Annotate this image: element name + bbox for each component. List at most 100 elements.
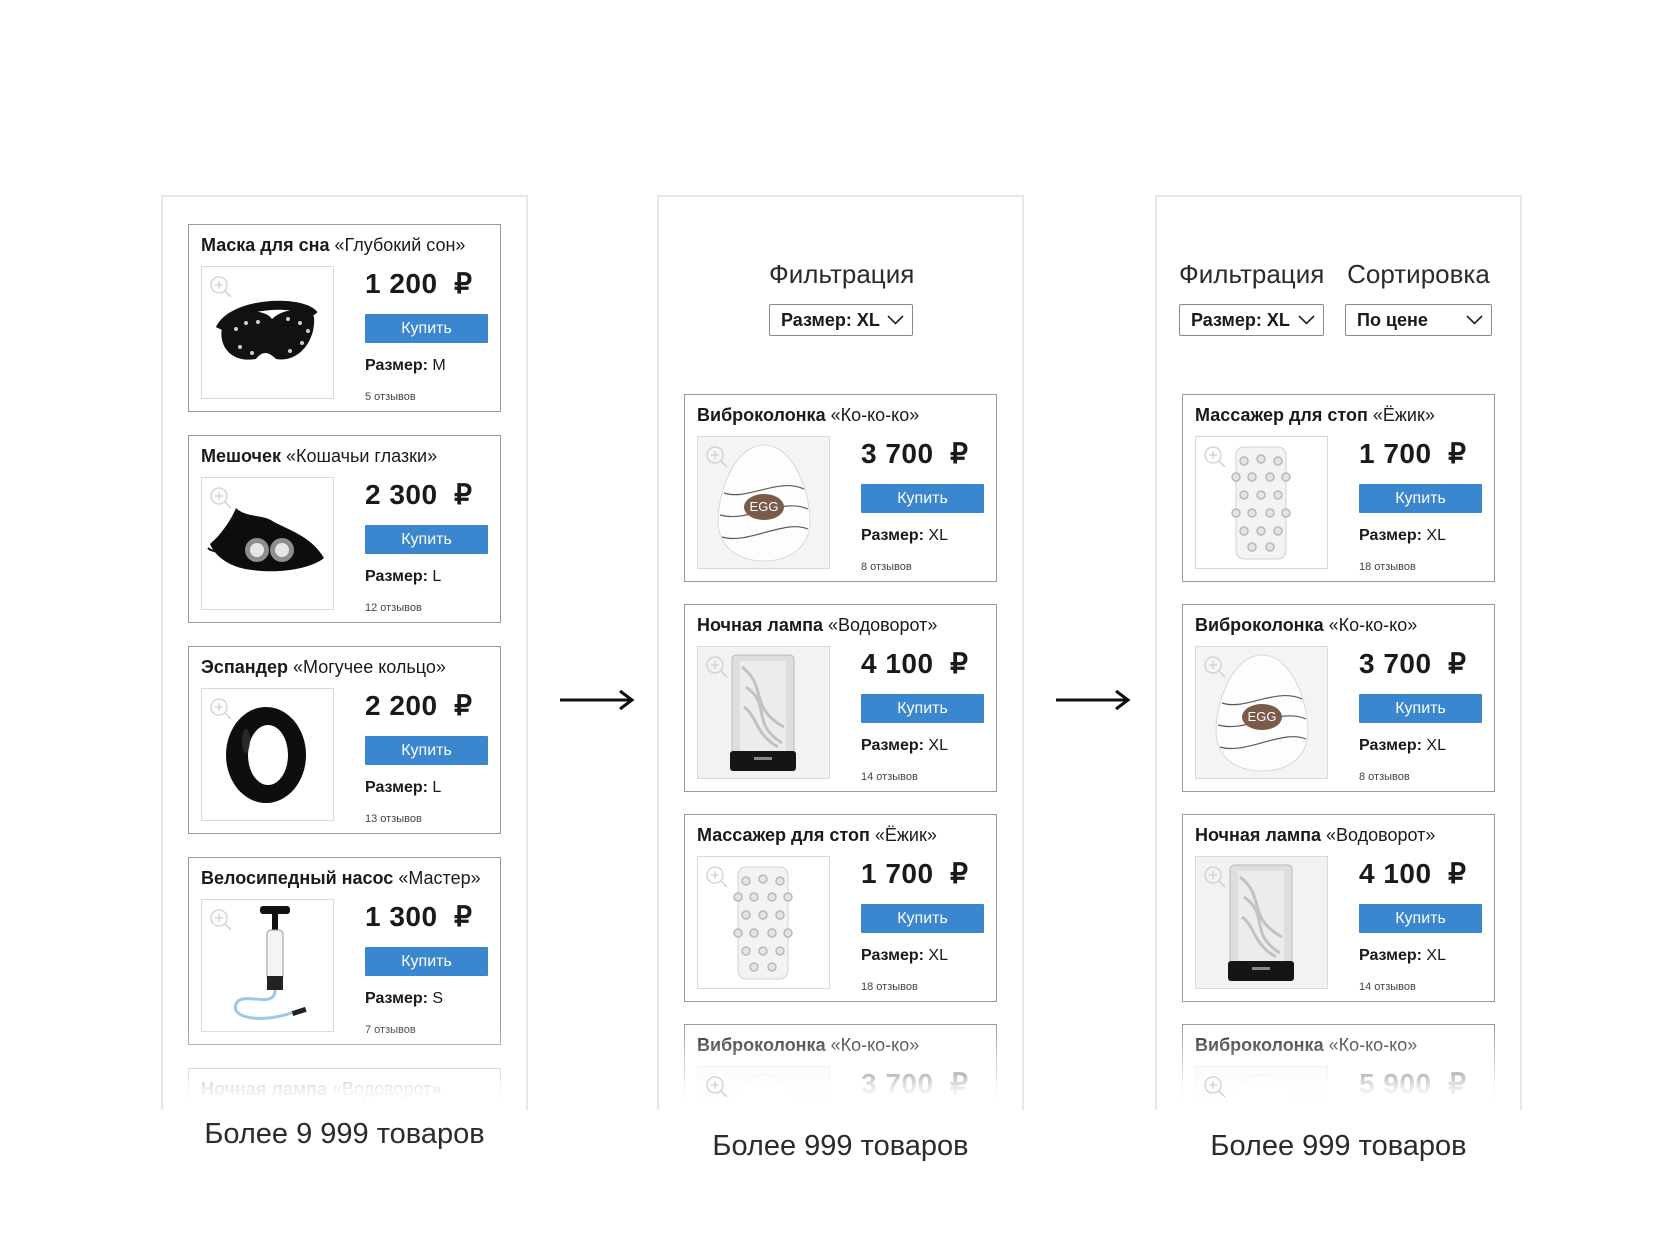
buy-button[interactable]: Купить: [861, 694, 984, 723]
zoom-icon[interactable]: [209, 697, 233, 721]
product-image[interactable]: EGG: [697, 436, 830, 569]
product-size: Размер: S: [365, 990, 443, 1008]
product-title[interactable]: Массажер для стоп «Ёжик»: [697, 825, 937, 846]
product-name-rest: «Ко-ко-ко»: [825, 405, 920, 425]
product-title[interactable]: Маска для сна «Глубокий сон»: [201, 235, 465, 256]
size-label: Размер:: [861, 527, 924, 544]
product-card[interactable]: Ночная лампа «Водоворот»: [188, 1068, 501, 1110]
product-price: 3 700 ₽: [861, 1067, 968, 1100]
zoom-icon[interactable]: [209, 486, 233, 510]
reviews-count[interactable]: 14 отзывов: [1359, 981, 1416, 993]
product-name-rest: «Мастер»: [393, 868, 481, 888]
buy-button[interactable]: Купить: [365, 314, 488, 343]
controls-bar: Фильтрация Размер: XL Сортировка По цене: [1157, 197, 1520, 377]
buy-button[interactable]: Купить: [1359, 904, 1482, 933]
product-card[interactable]: Маска для сна «Глубокий сон» 1 200 ₽ Куп…: [188, 224, 501, 412]
product-price: 1 200 ₽: [365, 267, 472, 300]
product-name-bold: Виброколонка: [1195, 615, 1324, 635]
product-title[interactable]: Эспандер «Могучее кольцо»: [201, 657, 446, 678]
product-card[interactable]: Виброколонка «Ко-ко-ко» EGG 3 700 ₽ Купи…: [684, 394, 997, 582]
size-filter-select[interactable]: Размер: XL: [1179, 304, 1324, 336]
screen-filtered: Фильтрация Размер: XL Виброколонка «Ко-к…: [657, 195, 1024, 1110]
product-title[interactable]: Виброколонка «Ко-ко-ко»: [697, 1035, 919, 1056]
zoom-icon[interactable]: [1203, 865, 1227, 889]
product-title[interactable]: Виброколонка «Ко-ко-ко»: [697, 405, 919, 426]
product-image[interactable]: [201, 899, 334, 1032]
zoom-icon[interactable]: [705, 865, 729, 889]
product-image[interactable]: EGG: [697, 1066, 830, 1110]
product-card[interactable]: Виброколонка «Ко-ко-ко» EGG 3 700 ₽ Купи…: [1182, 604, 1495, 792]
product-card[interactable]: Эспандер «Могучее кольцо» 2 200 ₽ Купить…: [188, 646, 501, 834]
reviews-count[interactable]: 14 отзывов: [861, 771, 918, 783]
buy-button[interactable]: Купить: [365, 736, 488, 765]
reviews-count[interactable]: 8 отзывов: [861, 561, 912, 573]
product-card[interactable]: Ночная лампа «Водоворот» 4 100 ₽ Купить …: [684, 604, 997, 792]
zoom-icon[interactable]: [209, 275, 233, 299]
product-image[interactable]: [697, 646, 830, 779]
buy-button[interactable]: Купить: [861, 484, 984, 513]
buy-button[interactable]: Купить: [1359, 694, 1482, 723]
zoom-icon[interactable]: [705, 1075, 729, 1099]
product-card[interactable]: Ночная лампа «Водоворот» 4 100 ₽ Купить …: [1182, 814, 1495, 1002]
reviews-count[interactable]: 8 отзывов: [1359, 771, 1410, 783]
product-name-bold: Ночная лампа: [1195, 825, 1322, 845]
reviews-count[interactable]: 18 отзывов: [1359, 561, 1416, 573]
buy-button[interactable]: Купить: [1359, 484, 1482, 513]
reviews-count[interactable]: 7 отзывов: [365, 1024, 416, 1036]
reviews-count[interactable]: 18 отзывов: [861, 981, 918, 993]
zoom-icon[interactable]: [1203, 655, 1227, 679]
product-title[interactable]: Ночная лампа «Водоворот»: [697, 615, 937, 636]
product-card[interactable]: Виброколонка «Ко-ко-ко» EGG 5 900 ₽: [1182, 1024, 1495, 1110]
product-card[interactable]: Велосипедный насос «Мастер» 1 300 ₽ Купи…: [188, 857, 501, 1045]
product-image[interactable]: [697, 856, 830, 989]
reviews-count[interactable]: 12 отзывов: [365, 602, 422, 614]
sort-title: Сортировка: [1347, 259, 1490, 289]
zoom-icon[interactable]: [209, 908, 233, 932]
price-value: 2 300: [365, 479, 438, 510]
product-card[interactable]: Массажер для стоп «Ёжик» 1 700 ₽ Купить …: [1182, 394, 1495, 582]
product-name-rest: «Ёжик»: [1367, 405, 1435, 425]
zoom-icon[interactable]: [1203, 445, 1227, 469]
product-title[interactable]: Велосипедный насос «Мастер»: [201, 868, 481, 889]
product-card[interactable]: Массажер для стоп «Ёжик» 1 700 ₽ Купить …: [684, 814, 997, 1002]
size-value: XL: [1426, 947, 1446, 964]
price-value: 1 700: [1359, 438, 1432, 469]
product-image[interactable]: [201, 477, 334, 610]
product-title[interactable]: Мешочек «Кошачьи глазки»: [201, 446, 437, 467]
size-value: XL: [928, 527, 948, 544]
currency-sign: ₽: [1448, 648, 1467, 679]
product-card[interactable]: Виброколонка «Ко-ко-ко» EGG 3 700 ₽: [684, 1024, 997, 1110]
size-label: Размер:: [1359, 527, 1422, 544]
reviews-count[interactable]: 13 отзывов: [365, 813, 422, 825]
size-label: Размер:: [861, 737, 924, 754]
buy-button[interactable]: Купить: [365, 525, 488, 554]
product-title[interactable]: Виброколонка «Ко-ко-ко»: [1195, 615, 1417, 636]
product-name-bold: Виброколонка: [1195, 1035, 1324, 1055]
product-title[interactable]: Ночная лампа «Водоворот»: [201, 1079, 441, 1100]
product-title[interactable]: Виброколонка «Ко-ко-ко»: [1195, 1035, 1417, 1056]
zoom-icon[interactable]: [1203, 1075, 1227, 1099]
product-image[interactable]: [201, 688, 334, 821]
filter-title: Фильтрация: [1179, 259, 1325, 289]
buy-button[interactable]: Купить: [861, 904, 984, 933]
product-image[interactable]: [1195, 856, 1328, 989]
product-price: 3 700 ₽: [1359, 647, 1466, 680]
zoom-icon[interactable]: [705, 445, 729, 469]
sort-select[interactable]: По цене: [1345, 304, 1492, 336]
size-label: Размер:: [1359, 737, 1422, 754]
size-value: L: [432, 779, 442, 796]
product-card[interactable]: Мешочек «Кошачьи глазки» 2 300 ₽ Купить …: [188, 435, 501, 623]
product-title[interactable]: Ночная лампа «Водоворот»: [1195, 825, 1435, 846]
size-filter-select[interactable]: Размер: XL: [769, 304, 913, 336]
buy-button[interactable]: Купить: [365, 947, 488, 976]
chevron-down-icon: [1298, 315, 1315, 325]
product-title[interactable]: Массажер для стоп «Ёжик»: [1195, 405, 1435, 426]
reviews-count[interactable]: 5 отзывов: [365, 391, 416, 403]
product-size: Размер: L: [365, 779, 441, 797]
product-image[interactable]: EGG: [1195, 646, 1328, 779]
zoom-icon[interactable]: [705, 655, 729, 679]
product-image[interactable]: [1195, 436, 1328, 569]
currency-sign: ₽: [454, 268, 473, 299]
product-image[interactable]: [201, 266, 334, 399]
product-image[interactable]: EGG: [1195, 1066, 1328, 1110]
